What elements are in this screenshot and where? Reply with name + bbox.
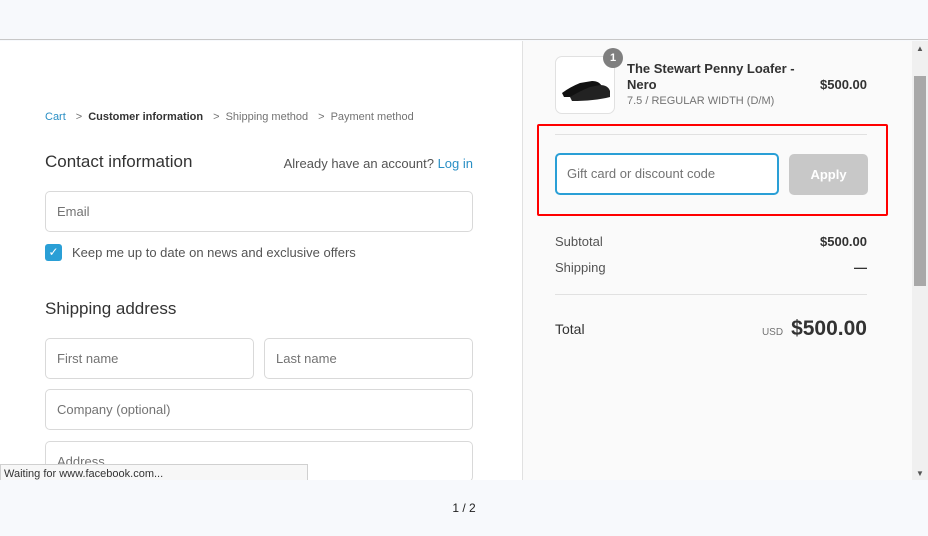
total-value: $500.00 (791, 317, 867, 340)
account-prompt-text: Already have an account? (283, 156, 434, 171)
chevron-right-icon: > (75, 111, 83, 123)
first-name-field[interactable]: First name (45, 338, 254, 379)
contact-title: Contact information (45, 152, 193, 171)
shipping-title: Shipping address (45, 299, 177, 318)
scroll-down-icon[interactable]: ▼ (916, 469, 924, 478)
product-name: The Stewart Penny Loafer - Nero (627, 61, 795, 92)
subtotal-label: Subtotal (555, 234, 603, 249)
page-indicator: 1 / 2 (0, 480, 928, 520)
browser-status-bar: Waiting for www.facebook.com... (0, 464, 308, 480)
login-link[interactable]: Log in (438, 156, 473, 171)
scrollbar-thumb[interactable] (914, 76, 926, 286)
total-label: Total (555, 321, 585, 337)
breadcrumb-shipping-method: Shipping method (225, 111, 309, 123)
check-icon: ✓ (48, 245, 59, 259)
subtotal-value: $500.00 (820, 234, 867, 249)
checkout-main: Cart > Customer information > Shipping metho… (0, 41, 522, 480)
subtotal-row: Subtotal $500.00 (555, 234, 867, 249)
browser-top-bar (0, 0, 928, 40)
breadcrumb: Cart > Customer information > Shipping metho… (45, 111, 418, 123)
divider (555, 294, 867, 295)
scrollbar[interactable]: ▲ ▼ (912, 41, 928, 480)
breadcrumb-cart[interactable]: Cart (45, 111, 66, 123)
chevron-right-icon: > (318, 111, 325, 123)
breadcrumb-payment-method: Payment method (330, 111, 414, 123)
newsletter-label: Keep me up to date on news and exclusive… (72, 245, 356, 260)
chevron-right-icon: > (213, 111, 220, 123)
order-summary: 1 The Stewart Penny Loafer - Nero 7.5 / … (522, 41, 912, 480)
currency: USD (761, 327, 784, 338)
product-variant: 7.5 / REGULAR WIDTH (D/M) (627, 95, 775, 107)
highlight-box (537, 124, 888, 216)
shipping-label: Shipping (555, 260, 606, 275)
scroll-up-icon[interactable]: ▲ (916, 44, 924, 53)
shipping-row: Shipping — (555, 260, 867, 275)
email-field[interactable]: Email (45, 191, 473, 232)
total-row: Total USD $500.00 (555, 317, 867, 341)
product-price: $500.00 (820, 77, 867, 92)
shipping-value: — (854, 260, 867, 275)
breadcrumb-customer-information: Customer information (88, 111, 204, 123)
account-prompt: Already have an account? Log in (284, 156, 473, 171)
last-name-field[interactable]: Last name (264, 338, 473, 379)
company-field[interactable]: Company (optional) (45, 389, 473, 430)
newsletter-checkbox[interactable]: ✓ (45, 244, 62, 261)
quantity-badge: 1 (603, 48, 623, 68)
